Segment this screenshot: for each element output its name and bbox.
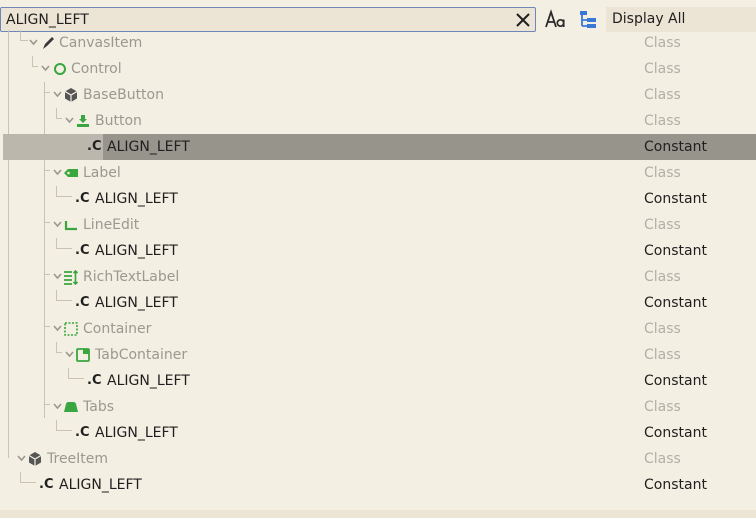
tree-item-type: Class: [644, 217, 681, 233]
tree-item-type: Class: [644, 347, 681, 363]
tree-row[interactable]: .C ALIGN_LEFT Constant: [0, 290, 756, 316]
close-icon[interactable]: [515, 12, 531, 28]
tree-item-type: Constant: [644, 295, 707, 311]
constant-icon: .C: [75, 243, 90, 258]
chevron-down-icon[interactable]: [64, 349, 75, 360]
chevron-down-icon[interactable]: [64, 115, 75, 126]
constant-icon: .C: [75, 425, 90, 440]
tree-item-type: Constant: [644, 243, 707, 259]
cube-icon: [28, 452, 42, 466]
search-box[interactable]: [0, 7, 536, 32]
tree-item-label: ALIGN_LEFT: [107, 139, 190, 155]
bottom-bar: [0, 510, 756, 518]
tree-item-type: Class: [644, 61, 681, 77]
tree-item-type: Constant: [644, 425, 707, 441]
tree-row[interactable]: CanvasItem Class: [0, 30, 756, 56]
rich-text-icon: [64, 269, 79, 285]
tree-row[interactable]: LineEdit Class: [0, 212, 756, 238]
tree-row[interactable]: Tabs Class: [0, 394, 756, 420]
tree-item-type: Class: [644, 35, 681, 51]
cube-icon: [64, 88, 78, 102]
tree-item-label: Button: [95, 113, 142, 129]
tree-item-label: ALIGN_LEFT: [95, 425, 178, 441]
tree-item-label: Tabs: [83, 399, 114, 415]
circle-icon: [54, 63, 66, 75]
tree-item-label: ALIGN_LEFT: [95, 191, 178, 207]
chevron-down-icon[interactable]: [52, 167, 63, 178]
tree-item-label: ALIGN_LEFT: [95, 295, 178, 311]
tree-item-label: RichTextLabel: [83, 269, 180, 285]
hierarchy-icon[interactable]: [577, 9, 599, 31]
tree-item-label: ALIGN_LEFT: [59, 477, 142, 493]
tree-row[interactable]: .C ALIGN_LEFT Constant: [0, 368, 756, 394]
tree-row[interactable]: .C ALIGN_LEFT Constant: [0, 186, 756, 212]
tree-row[interactable]: BaseButton Class: [0, 82, 756, 108]
tree-item-label: LineEdit: [83, 217, 140, 233]
tree-item-type: Class: [644, 399, 681, 415]
tree-item-type: Class: [644, 113, 681, 129]
tree-item-type: Constant: [644, 477, 707, 493]
line-edit-icon: [64, 221, 77, 231]
tree-item-type: Class: [644, 165, 681, 181]
tree-row[interactable]: Container Class: [0, 316, 756, 342]
tree-row[interactable]: Button Class: [0, 108, 756, 134]
tree-row[interactable]: RichTextLabel Class: [0, 264, 756, 290]
tree-item-label: ALIGN_LEFT: [95, 243, 178, 259]
display-mode-select[interactable]: Display All: [606, 7, 756, 32]
tree-row[interactable]: TabContainer Class: [0, 342, 756, 368]
constant-icon: .C: [39, 477, 54, 492]
chevron-down-icon[interactable]: [52, 323, 63, 334]
tree-row-selected[interactable]: .C ALIGN_LEFT Constant: [0, 134, 756, 160]
chevron-down-icon[interactable]: [52, 219, 63, 230]
tabs-icon: [64, 402, 78, 412]
tree-item-type: Class: [644, 269, 681, 285]
constant-icon: .C: [75, 191, 90, 206]
chevron-down-icon[interactable]: [52, 89, 63, 100]
tree-item-label: Container: [83, 321, 152, 337]
chevron-down-icon[interactable]: [40, 63, 51, 74]
button-icon: [77, 115, 89, 127]
chevron-down-icon[interactable]: [52, 401, 63, 412]
pencil-icon: [43, 37, 54, 49]
tree-item-type: Class: [644, 321, 681, 337]
constant-icon: .C: [87, 139, 102, 154]
tree-item-label: TreeItem: [47, 451, 109, 467]
tree-item-label: ALIGN_LEFT: [107, 373, 190, 389]
tree-row[interactable]: Label Class: [0, 160, 756, 186]
tree-item-label: Label: [83, 165, 121, 181]
tree-item-label: BaseButton: [83, 87, 164, 103]
search-input[interactable]: [1, 8, 501, 31]
tree-row[interactable]: .C ALIGN_LEFT Constant: [0, 420, 756, 446]
tree-item-label: Control: [71, 61, 122, 77]
container-icon: [64, 322, 78, 336]
chevron-down-icon[interactable]: [28, 37, 39, 48]
chevron-down-icon[interactable]: [16, 453, 27, 464]
tree-item-label: CanvasItem: [59, 35, 143, 51]
tab-container-icon: [76, 348, 90, 362]
class-tree: CanvasItem Class Control Class BaseButto…: [0, 30, 756, 510]
tree-row[interactable]: .C ALIGN_LEFT Constant: [0, 238, 756, 264]
tree-row[interactable]: Control Class: [0, 56, 756, 82]
tree-item-type: Class: [644, 87, 681, 103]
constant-icon: .C: [75, 295, 90, 310]
case-sensitive-icon[interactable]: [544, 9, 566, 31]
tree-item-type: Class: [644, 451, 681, 467]
tree-item-type: Constant: [644, 373, 707, 389]
tree-item-type: Constant: [644, 139, 707, 155]
chevron-down-icon[interactable]: [52, 271, 63, 282]
label-tag-icon: [64, 169, 78, 177]
tree-row[interactable]: TreeItem Class: [0, 446, 756, 472]
tree-item-label: TabContainer: [95, 347, 188, 363]
tree-row[interactable]: .C ALIGN_LEFT Constant: [0, 472, 756, 498]
tree-item-type: Constant: [644, 191, 707, 207]
constant-icon: .C: [87, 373, 102, 388]
